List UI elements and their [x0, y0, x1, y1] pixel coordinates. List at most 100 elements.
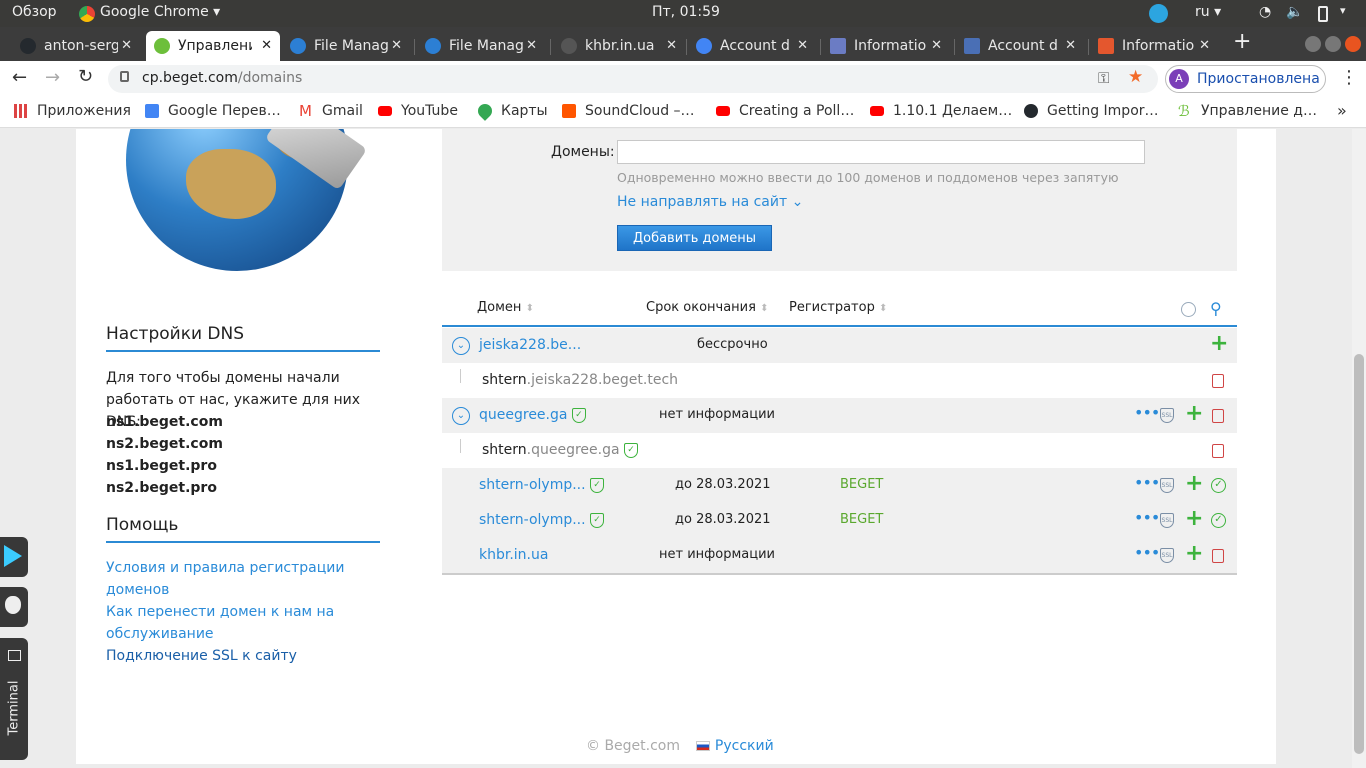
column-domain[interactable]: Домен ⬍ [477, 300, 534, 315]
tab-1[interactable]: anton-serge✕ [12, 31, 140, 61]
dock-apple[interactable] [0, 587, 28, 627]
expand-icon[interactable]: ⌄ [452, 407, 470, 425]
bookmarks-overflow-icon[interactable]: » [1337, 101, 1347, 120]
help-link-ssl[interactable]: Подключение SSL к сайту [106, 645, 356, 667]
url[interactable]: cp.beget.com/domains [142, 70, 302, 86]
bookmark-apps[interactable]: Приложения [14, 103, 131, 119]
add-subdomain-icon[interactable]: + [1210, 333, 1228, 355]
maximize-icon[interactable] [1325, 36, 1341, 52]
minimize-icon[interactable] [1305, 36, 1321, 52]
tab-5[interactable]: khbr.in.ua ✕ [553, 31, 685, 61]
dock-play-store[interactable] [0, 537, 28, 577]
omnibox[interactable]: cp.beget.com/domains ⚿ ★ [108, 65, 1158, 93]
trash-icon[interactable] [1212, 409, 1224, 423]
chrome-menu-icon[interactable]: ⋮ [1340, 67, 1358, 88]
forward-icon[interactable]: → [45, 67, 60, 88]
key-icon[interactable]: ⚿ [1098, 69, 1109, 87]
bookmark-gmail[interactable]: M Gmail [299, 103, 363, 119]
redirect-dropdown[interactable]: Не направлять на сайт ⌄ [617, 194, 803, 210]
tab-6[interactable]: Account d ✕ [688, 31, 816, 61]
tab-3[interactable]: File Manag ✕ [282, 31, 410, 61]
close-icon[interactable]: ✕ [261, 38, 272, 53]
ssl-icon[interactable]: SSL [1160, 478, 1174, 493]
bookmark-soundcloud[interactable]: SoundCloud –… [562, 103, 695, 119]
table-row-subdomain: shtern.jeiska228.beget.tech [442, 363, 1237, 398]
column-registrar[interactable]: Регистратор ⬍ [789, 300, 887, 315]
app-menu[interactable]: Google Chrome ▾ [100, 4, 220, 20]
clock[interactable]: Пт, 01:59 [652, 4, 720, 20]
close-icon[interactable]: ✕ [797, 38, 808, 53]
language-link[interactable]: Русский [715, 738, 774, 754]
bookmark-star-icon[interactable]: ★ [1128, 67, 1143, 87]
subdomain-name[interactable]: shtern.jeiska228.beget.tech [482, 372, 678, 388]
subdomain-name[interactable]: shtern.queegree.ga ✓ [482, 442, 639, 458]
domain-name[interactable]: shtern-olymp... ✓ [479, 512, 605, 528]
bookmark-label: Getting Impor… [1047, 103, 1159, 119]
help-link-transfer-domain[interactable]: Как перенести домен к нам на обслуживани… [106, 601, 356, 645]
domain-name[interactable]: khbr.in.ua [479, 547, 548, 563]
bookmark-youtube[interactable]: YouTube [378, 103, 458, 119]
tab-9[interactable]: Informatio ✕ [1090, 31, 1218, 61]
bookmark-creating-poll[interactable]: Creating a Poll… [716, 103, 854, 119]
close-icon[interactable]: ✕ [1199, 38, 1210, 53]
close-icon[interactable]: ✕ [526, 38, 537, 53]
more-icon[interactable]: ••• [1134, 543, 1160, 562]
ssl-icon[interactable]: SSL [1160, 548, 1174, 563]
renew-check-icon[interactable]: ✓ [1211, 478, 1226, 493]
page-scrollbar[interactable] [1352, 129, 1366, 768]
help-link-registration-rules[interactable]: Условия и правила регистрации доменов [106, 557, 356, 601]
subdomain-prefix: shtern [482, 442, 527, 458]
filter-icon[interactable]: ⚲ [1210, 299, 1222, 318]
bookmark-lesson[interactable]: 1.10.1 Делаем… [870, 103, 1012, 119]
ssl-shield-icon: ✓ [571, 407, 586, 423]
tab-7[interactable]: Informatio ✕ [822, 31, 950, 61]
add-subdomain-icon[interactable]: + [1185, 403, 1203, 425]
renew-check-icon[interactable]: ✓ [1211, 513, 1226, 528]
close-icon[interactable]: ✕ [121, 38, 132, 53]
new-tab-icon[interactable]: + [1233, 29, 1251, 54]
bookmark-github[interactable]: Getting Impor… [1024, 103, 1159, 119]
telegram-icon[interactable] [1149, 4, 1168, 23]
domain-name[interactable]: shtern-olymp... ✓ [479, 477, 605, 493]
trash-icon[interactable] [1212, 374, 1224, 388]
domain-name[interactable]: queegree.ga ✓ [479, 407, 586, 423]
overview-button[interactable]: Обзор [12, 4, 57, 20]
close-icon[interactable]: ✕ [391, 38, 402, 53]
bookmark-beget[interactable]: ℬ Управление д… [1178, 103, 1317, 119]
add-subdomain-icon[interactable]: + [1185, 473, 1203, 495]
more-icon[interactable]: ••• [1134, 403, 1160, 422]
close-icon[interactable]: ✕ [1065, 38, 1076, 53]
back-icon[interactable]: ← [12, 67, 27, 88]
refresh-icon[interactable] [1181, 302, 1196, 317]
scrollbar-thumb[interactable] [1354, 354, 1364, 754]
add-subdomain-icon[interactable]: + [1185, 543, 1203, 565]
registrar: BEGET [840, 512, 884, 527]
bookmark-maps[interactable]: Карты [475, 101, 548, 121]
copyright[interactable]: © Beget.com [586, 738, 680, 754]
language-indicator[interactable]: ru ▾ [1195, 4, 1221, 20]
domains-input[interactable] [617, 140, 1145, 164]
reload-icon[interactable]: ↻ [78, 66, 93, 87]
tab-4[interactable]: File Manag ✕ [417, 31, 545, 61]
more-icon[interactable]: ••• [1134, 473, 1160, 492]
system-menu-icon[interactable]: ▾ [1340, 4, 1346, 17]
profile-button[interactable]: A Приостановлена [1165, 65, 1326, 93]
more-icon[interactable]: ••• [1134, 508, 1160, 527]
add-domains-button[interactable]: Добавить домены [617, 225, 772, 251]
add-subdomain-icon[interactable]: + [1185, 508, 1203, 530]
tab-8[interactable]: Account d ✕ [956, 31, 1084, 61]
wifi-icon: ◔ [1259, 4, 1272, 20]
ssl-icon[interactable]: SSL [1160, 513, 1174, 528]
dock-terminal[interactable]: Terminal [0, 638, 28, 760]
tab-2-active[interactable]: Управлени ✕ [146, 31, 280, 61]
expand-icon[interactable]: ⌄ [452, 337, 470, 355]
trash-icon[interactable] [1212, 549, 1224, 563]
ssl-icon[interactable]: SSL [1160, 408, 1174, 423]
trash-icon[interactable] [1212, 444, 1224, 458]
column-expires[interactable]: Срок окончания ⬍ [646, 300, 768, 315]
close-icon[interactable]: ✕ [931, 38, 942, 53]
window-close-icon[interactable] [1345, 36, 1361, 52]
domain-name[interactable]: jeiska228.be... [479, 337, 581, 353]
close-icon[interactable]: ✕ [666, 38, 677, 53]
bookmark-google-translate[interactable]: Google Перев… [145, 103, 281, 119]
